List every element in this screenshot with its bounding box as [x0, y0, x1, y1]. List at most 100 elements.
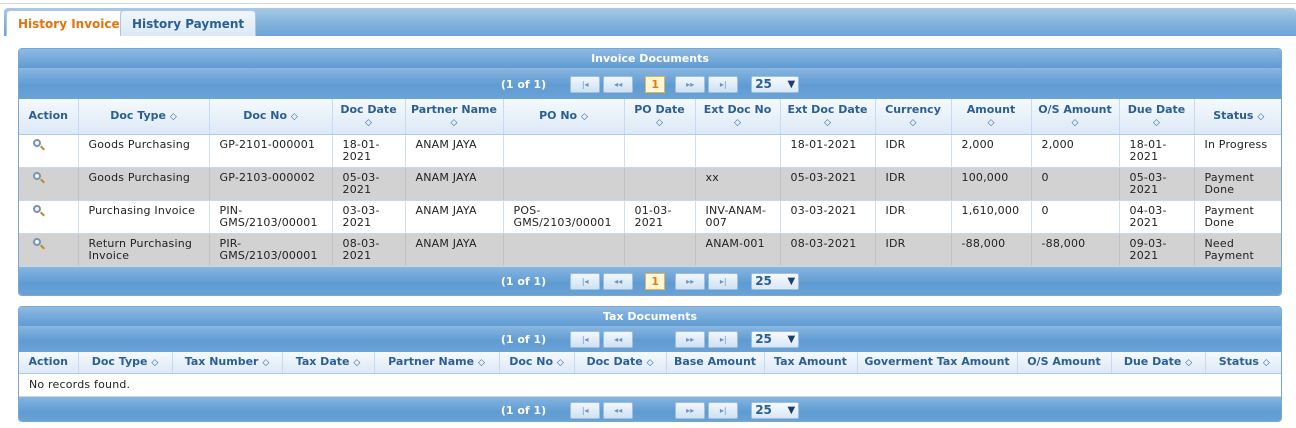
sort-icon: ◇: [365, 117, 372, 128]
col-po-date[interactable]: PO Date ◇: [624, 99, 696, 135]
first-page-icon[interactable]: |◂: [570, 331, 601, 348]
tab-history-payment[interactable]: History Payment: [120, 10, 257, 36]
sort-icon: ◇: [151, 357, 159, 368]
col-label: Base Amount: [673, 355, 757, 369]
col-amount[interactable]: Amount ◇: [951, 99, 1032, 135]
prev-page-icon[interactable]: ◂◂: [603, 273, 634, 290]
page-number-button[interactable]: 1: [645, 273, 666, 290]
sort-icon: ◇: [1153, 117, 1160, 128]
col-doc-type[interactable]: Doc Type ◇: [78, 99, 210, 135]
col-label: Doc Date: [340, 102, 397, 116]
next-page-icon[interactable]: ▸▸: [675, 75, 706, 93]
first-page-icon[interactable]: |◂: [570, 75, 601, 93]
po-date-cell: [624, 233, 696, 267]
col-ext-doc-no[interactable]: Ext Doc No ◇: [695, 99, 781, 135]
col-doc-date[interactable]: Doc Date ◇: [574, 352, 667, 374]
col-doc-date[interactable]: Doc Date ◇: [332, 99, 406, 135]
rows-per-page-select[interactable]: 25 ▼: [751, 273, 800, 290]
ext-doc-date-cell: 03-03-2021: [780, 200, 876, 234]
ext-doc-no-cell: xx: [695, 167, 781, 201]
prev-page-icon[interactable]: ◂◂: [603, 331, 634, 348]
col-partner-name[interactable]: Partner Name ◇: [405, 99, 504, 135]
doc-date-cell: 05-03-2021: [332, 167, 406, 201]
sort-icon: ◇: [734, 117, 741, 128]
rows-per-page-select[interactable]: 25 ▼: [751, 401, 800, 419]
rows-per-page-select[interactable]: 25 ▼: [751, 75, 800, 93]
partner-cell: ANAM JAYA: [405, 134, 504, 168]
col-doc-type[interactable]: Doc Type ◇: [78, 352, 173, 374]
po-date-cell: [624, 134, 696, 168]
col-label: Partner Name: [388, 354, 475, 368]
col-po-no[interactable]: PO No ◇: [503, 99, 625, 135]
prev-page-icon[interactable]: ◂◂: [603, 75, 634, 93]
col-label: O/S Amount: [1027, 355, 1101, 369]
col-due-date[interactable]: Due Date ◇: [1111, 352, 1206, 374]
amount-cell: 2,000: [951, 134, 1032, 168]
last-page-icon[interactable]: ▸|: [708, 75, 739, 93]
doc-date-cell: 03-03-2021: [332, 200, 406, 234]
last-page-icon[interactable]: ▸|: [708, 331, 739, 348]
col-tax-number[interactable]: Tax Number ◇: [172, 352, 283, 374]
page-indicator: (1 of 1): [500, 275, 547, 288]
currency-cell: IDR: [875, 167, 952, 201]
sort-icon: ◇: [450, 117, 458, 128]
chevron-down-icon: ▼: [787, 334, 796, 345]
col-doc-no[interactable]: Doc No ◇: [499, 352, 575, 374]
next-page-icon[interactable]: ▸▸: [675, 331, 706, 348]
magnifier-icon[interactable]: [33, 171, 45, 184]
col-due-date[interactable]: Due Date ◇: [1119, 99, 1195, 135]
doc-no-cell: PIN-GMS/2103/00001: [209, 200, 333, 234]
amount-cell: 1,610,000: [951, 200, 1032, 234]
table-row: Goods Purchasing GP-2101-000001 18-01-20…: [19, 134, 1281, 168]
col-os-amount[interactable]: O/S Amount ◇: [1031, 99, 1120, 135]
col-tax-date[interactable]: Tax Date ◇: [282, 352, 375, 374]
first-page-icon[interactable]: |◂: [570, 401, 601, 419]
tax-pager-bottom: (1 of 1) |◂ ◂◂ ▸▸ ▸| 25 ▼: [19, 396, 1281, 421]
tax-documents-panel: Tax Documents (1 of 1) |◂ ◂◂ ▸▸ ▸| 25 ▼ A…: [18, 306, 1282, 422]
col-status[interactable]: Status ◇: [1205, 352, 1281, 374]
col-action: Action: [19, 352, 79, 374]
po-no-cell: POS-GMS/2103/00001: [503, 200, 625, 234]
page-number-button[interactable]: 1: [645, 75, 666, 93]
tab-history-invoice[interactable]: History Invoice: [6, 10, 132, 36]
page-indicator: (1 of 1): [500, 77, 547, 91]
os-amount-cell: 0: [1031, 167, 1120, 201]
sort-icon: ◇: [262, 357, 270, 368]
col-partner-name[interactable]: Partner Name ◇: [374, 352, 500, 374]
next-page-icon[interactable]: ▸▸: [675, 273, 706, 290]
rows-per-page-select[interactable]: 25 ▼: [751, 331, 800, 348]
last-page-icon[interactable]: ▸|: [708, 273, 739, 290]
invoice-documents-panel: Invoice Documents (1 of 1) |◂ ◂◂ 1 ▸▸ ▸|…: [18, 48, 1282, 296]
magnifier-icon[interactable]: [33, 204, 45, 217]
action-cell: [19, 167, 79, 201]
last-page-icon[interactable]: ▸|: [708, 401, 739, 419]
col-status[interactable]: Status ◇: [1194, 99, 1281, 135]
col-label: Doc Date: [586, 354, 643, 368]
rows-per-page-value: 25: [755, 332, 772, 346]
invoice-pager-top: (1 of 1) |◂ ◂◂ 1 ▸▸ ▸| 25 ▼: [19, 69, 1281, 99]
currency-cell: IDR: [875, 233, 952, 267]
ext-doc-no-cell: [695, 134, 781, 168]
currency-cell: IDR: [875, 134, 952, 168]
doc-no-cell: GP-2103-000002: [209, 167, 333, 201]
col-ext-doc-date[interactable]: Ext Doc Date ◇: [780, 99, 876, 135]
col-label: Due Date: [1123, 354, 1182, 368]
amount-cell: 100,000: [951, 167, 1032, 201]
doc-no-cell: PIR-GMS/2103/00001: [209, 233, 333, 267]
col-currency[interactable]: Currency ◇: [875, 99, 952, 135]
col-label: Goverment Tax Amount: [864, 355, 1010, 369]
col-doc-no[interactable]: Doc No ◇: [209, 99, 333, 135]
status-cell: In Progress: [1194, 134, 1281, 168]
prev-page-icon[interactable]: ◂◂: [603, 401, 634, 419]
due-date-cell: 05-03-2021: [1119, 167, 1195, 201]
status-cell: Payment Done: [1194, 167, 1281, 201]
amount-cell: -88,000: [951, 233, 1032, 267]
tax-header-row: Action Doc Type ◇ Tax Number ◇ Tax Date …: [19, 352, 1281, 374]
invoice-table: Action Doc Type ◇ Doc No ◇ Doc Date ◇ Par…: [19, 99, 1281, 267]
next-page-icon[interactable]: ▸▸: [675, 401, 706, 419]
magnifier-icon[interactable]: [33, 138, 45, 151]
magnifier-icon[interactable]: [33, 237, 45, 250]
first-page-icon[interactable]: |◂: [570, 273, 601, 290]
action-cell: [19, 233, 79, 267]
sort-icon: ◇: [1071, 117, 1079, 128]
